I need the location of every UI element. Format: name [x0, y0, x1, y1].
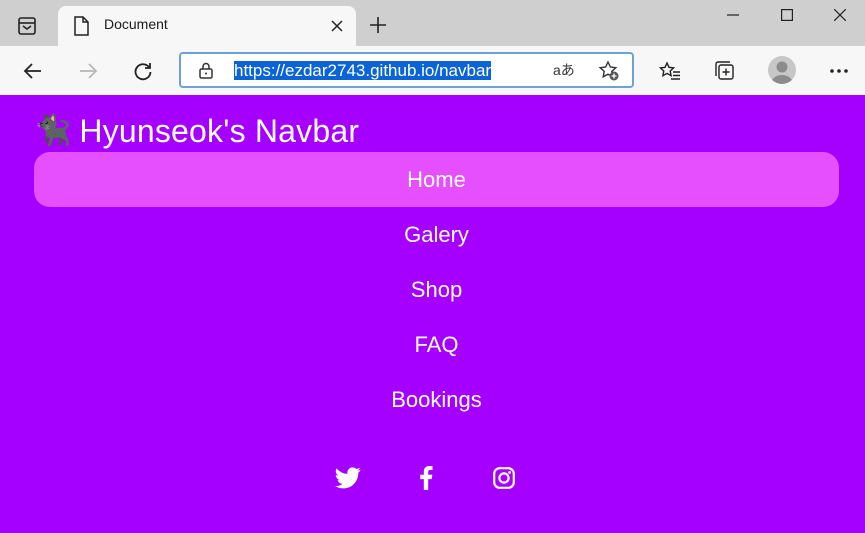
url-text[interactable]: https://ezdar2743.github.io/navbar: [234, 59, 540, 83]
navbar-brand[interactable]: 🐈‍⬛ Hyunseok's Navbar: [34, 112, 359, 150]
minimize-icon[interactable]: [708, 0, 758, 30]
nav-item-galery[interactable]: Galery: [34, 207, 839, 262]
browser-tab[interactable]: Document: [58, 6, 356, 46]
window-close-icon[interactable]: [815, 0, 865, 30]
tab-title: Document: [104, 16, 168, 32]
forward-icon[interactable]: [73, 56, 103, 86]
new-tab-icon[interactable]: [366, 13, 390, 37]
close-tab-icon[interactable]: [326, 15, 348, 37]
more-options-icon[interactable]: [824, 56, 854, 86]
nav-item-bookings[interactable]: Bookings: [34, 372, 839, 427]
black-cat-icon: 🐈‍⬛: [34, 114, 72, 147]
facebook-icon[interactable]: [412, 464, 440, 492]
back-icon[interactable]: [18, 56, 48, 86]
workspaces-icon[interactable]: [14, 13, 40, 39]
maximize-icon[interactable]: [762, 0, 812, 30]
lock-icon[interactable]: [197, 61, 215, 79]
address-bar[interactable]: https://ezdar2743.github.io/navbar aあ: [179, 52, 634, 88]
browser-titlebar: Document: [0, 0, 865, 46]
collections-icon[interactable]: [710, 56, 740, 86]
favorites-icon[interactable]: [655, 56, 685, 86]
instagram-icon[interactable]: [490, 464, 518, 492]
nav-item-home[interactable]: Home: [34, 152, 839, 207]
navbar-menu: Home Galery Shop FAQ Bookings: [34, 152, 839, 427]
add-favorite-icon[interactable]: [598, 60, 620, 82]
refresh-icon[interactable]: [128, 56, 158, 86]
nav-item-faq[interactable]: FAQ: [34, 317, 839, 372]
document-icon: [72, 16, 90, 36]
nav-item-shop[interactable]: Shop: [34, 262, 839, 317]
brand-name: Hyunseok's Navbar: [79, 113, 360, 149]
translate-icon[interactable]: aあ: [553, 60, 575, 80]
profile-avatar[interactable]: [768, 56, 796, 84]
twitter-icon[interactable]: [334, 464, 362, 492]
browser-toolbar: https://ezdar2743.github.io/navbar aあ: [0, 46, 865, 95]
social-links: [0, 461, 865, 495]
url-selection: https://ezdar2743.github.io/navbar: [234, 61, 492, 80]
